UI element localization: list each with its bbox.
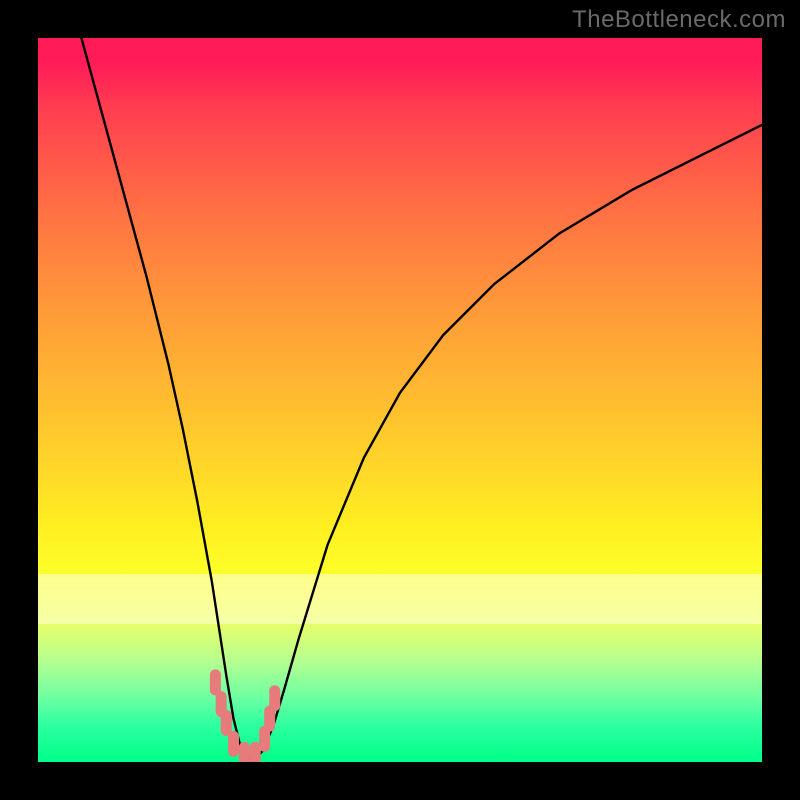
highlight-marker bbox=[239, 742, 250, 762]
watermark-text: TheBottleneck.com bbox=[572, 6, 786, 34]
plot-area bbox=[38, 38, 762, 762]
highlight-markers-group bbox=[210, 669, 280, 762]
highlight-marker bbox=[228, 731, 239, 757]
chart-frame: TheBottleneck.com bbox=[0, 0, 800, 800]
curve-svg bbox=[38, 38, 762, 762]
highlight-marker bbox=[221, 710, 232, 736]
bottleneck-curve bbox=[81, 38, 762, 758]
highlight-marker bbox=[269, 685, 280, 711]
highlight-marker bbox=[250, 742, 261, 762]
